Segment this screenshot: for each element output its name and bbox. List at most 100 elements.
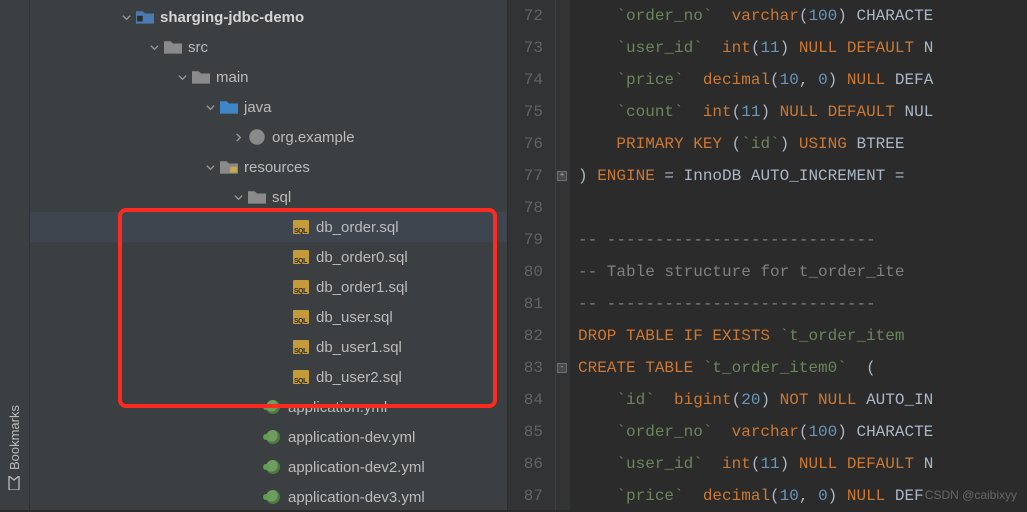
code-area[interactable]: `order_no` varchar(100) CHARACTE `user_i…: [570, 0, 1027, 510]
line-number: 72: [508, 0, 543, 32]
yml-file-icon: [266, 460, 280, 474]
chevron-none: [276, 371, 288, 383]
project-tree-panel[interactable]: sharging-jdbc-demo src main java org.example…: [30, 0, 508, 510]
tree-item[interactable]: sql: [30, 182, 507, 212]
tree-item[interactable]: org.example: [30, 122, 507, 152]
line-number: 78: [508, 192, 543, 224]
tree-item[interactable]: resources: [30, 152, 507, 182]
tree-item-label: sharging-jdbc-demo: [160, 9, 304, 26]
tool-window-bar[interactable]: Bookmarks: [0, 0, 30, 510]
line-number: 76: [508, 128, 543, 160]
tree-item[interactable]: main: [30, 62, 507, 92]
folder-icon: [192, 69, 210, 85]
folder-icon: [248, 189, 266, 205]
yml-file-icon: [266, 400, 280, 414]
chevron-down-icon[interactable]: [176, 71, 188, 83]
tree-item[interactable]: db_user2.sql: [30, 362, 507, 392]
tree-item[interactable]: sharging-jdbc-demo: [30, 2, 507, 32]
code-editor[interactable]: 72737475767778798081828384858687 +- `ord…: [508, 0, 1027, 510]
yml-file-icon: [266, 430, 280, 444]
chevron-none: [248, 431, 260, 443]
project-folder-icon: [136, 9, 154, 25]
chevron-none: [276, 221, 288, 233]
line-number: 85: [508, 416, 543, 448]
yml-file-icon: [266, 490, 280, 504]
tree-item[interactable]: application-dev.yml: [30, 422, 507, 452]
folder-icon: [164, 39, 182, 55]
code-line[interactable]: `order_no` varchar(100) CHARACTE: [578, 0, 1027, 32]
chevron-down-icon[interactable]: [204, 161, 216, 173]
bookmarks-tab[interactable]: Bookmarks: [7, 405, 22, 490]
tree-item[interactable]: src: [30, 32, 507, 62]
tree-item-label: db_user1.sql: [316, 339, 402, 356]
code-line[interactable]: `user_id` int(11) NULL DEFAULT N: [578, 448, 1027, 480]
tree-item-label: application-dev2.yml: [288, 459, 425, 476]
tree-item-label: application-dev3.yml: [288, 489, 425, 506]
chevron-down-icon[interactable]: [232, 191, 244, 203]
sql-file-icon: [293, 220, 309, 234]
code-line[interactable]: ) ENGINE = InnoDB AUTO_INCREMENT =: [578, 160, 1027, 192]
tree-item[interactable]: application-dev3.yml: [30, 482, 507, 512]
line-number: 83: [508, 352, 543, 384]
sql-file-icon: [293, 340, 309, 354]
resources-folder-icon: [220, 159, 238, 175]
tree-item-label: application-dev.yml: [288, 429, 415, 446]
code-line[interactable]: -- ----------------------------: [578, 288, 1027, 320]
line-number: 80: [508, 256, 543, 288]
fold-gutter[interactable]: +-: [556, 0, 570, 510]
tree-item-label: db_order.sql: [316, 219, 399, 236]
chevron-down-icon[interactable]: [204, 101, 216, 113]
code-line[interactable]: -- Table structure for t_order_ite: [578, 256, 1027, 288]
tree-item[interactable]: java: [30, 92, 507, 122]
code-line[interactable]: `order_no` varchar(100) CHARACTE: [578, 416, 1027, 448]
line-number: 77: [508, 160, 543, 192]
line-number: 82: [508, 320, 543, 352]
code-line[interactable]: -- ----------------------------: [578, 224, 1027, 256]
tree-item-label: application.yml: [288, 399, 387, 416]
tree-item[interactable]: db_user1.sql: [30, 332, 507, 362]
line-number: 81: [508, 288, 543, 320]
line-number-gutter: 72737475767778798081828384858687: [508, 0, 556, 510]
tree-item-label: db_user2.sql: [316, 369, 402, 386]
watermark: CSDN @caibixyy: [925, 488, 1017, 502]
tree-item-label: main: [216, 69, 249, 86]
code-line[interactable]: `count` int(11) NULL DEFAULT NUL: [578, 96, 1027, 128]
line-number: 75: [508, 96, 543, 128]
bookmarks-label: Bookmarks: [7, 405, 22, 470]
code-line[interactable]: PRIMARY KEY (`id`) USING BTREE: [578, 128, 1027, 160]
tree-item[interactable]: application.yml: [30, 392, 507, 422]
fold-open-icon[interactable]: -: [557, 363, 567, 373]
tree-item[interactable]: db_user.sql: [30, 302, 507, 332]
chevron-none: [276, 281, 288, 293]
tree-item-label: resources: [244, 159, 310, 176]
chevron-none: [248, 491, 260, 503]
chevron-right-icon[interactable]: [232, 131, 244, 143]
tree-item[interactable]: application-dev2.yml: [30, 452, 507, 482]
chevron-none: [276, 341, 288, 353]
line-number: 73: [508, 32, 543, 64]
code-line[interactable]: [578, 192, 1027, 224]
code-line[interactable]: `user_id` int(11) NULL DEFAULT N: [578, 32, 1027, 64]
code-line[interactable]: CREATE TABLE `t_order_item0` (: [578, 352, 1027, 384]
sql-file-icon: [293, 250, 309, 264]
chevron-none: [276, 311, 288, 323]
sql-file-icon: [293, 280, 309, 294]
line-number: 84: [508, 384, 543, 416]
tree-item[interactable]: db_order0.sql: [30, 242, 507, 272]
folder-icon: [220, 99, 238, 115]
tree-item-label: java: [244, 99, 272, 116]
package-icon: [248, 128, 266, 146]
line-number: 74: [508, 64, 543, 96]
code-line[interactable]: `price` decimal(10, 0) NULL DEFA: [578, 64, 1027, 96]
line-number: 79: [508, 224, 543, 256]
tree-item[interactable]: db_order1.sql: [30, 272, 507, 302]
code-line[interactable]: DROP TABLE IF EXISTS `t_order_item: [578, 320, 1027, 352]
chevron-down-icon[interactable]: [120, 11, 132, 23]
chevron-none: [276, 251, 288, 263]
code-line[interactable]: `id` bigint(20) NOT NULL AUTO_IN: [578, 384, 1027, 416]
sql-file-icon: [293, 310, 309, 324]
chevron-down-icon[interactable]: [148, 41, 160, 53]
line-number: 87: [508, 480, 543, 512]
fold-close-icon[interactable]: +: [557, 171, 567, 181]
tree-item[interactable]: db_order.sql: [30, 212, 507, 242]
